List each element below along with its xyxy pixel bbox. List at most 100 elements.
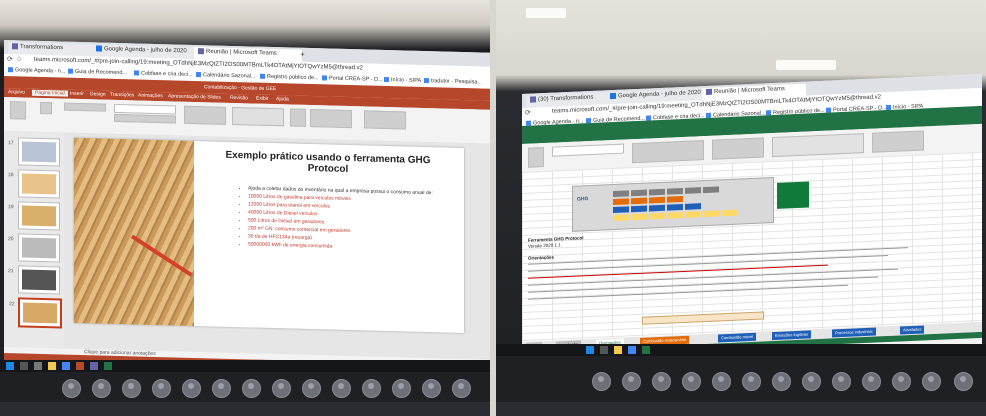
participant-avatar[interactable] xyxy=(682,372,701,391)
bookmark-item[interactable]: Calendário Sazonal... xyxy=(196,72,256,79)
font-family-select[interactable] xyxy=(552,143,624,157)
ribbon-tab[interactable]: Arquivo xyxy=(8,89,25,95)
nav-cell[interactable] xyxy=(631,213,647,221)
styles-group[interactable] xyxy=(772,133,864,158)
participant-avatar[interactable] xyxy=(622,372,641,391)
slide-thumbnail[interactable]: 20 xyxy=(8,233,60,263)
font-format-group[interactable] xyxy=(114,113,176,124)
search-icon[interactable] xyxy=(20,362,28,370)
layout-button[interactable] xyxy=(64,102,106,112)
participant-avatar[interactable] xyxy=(272,379,291,398)
participant-avatar[interactable] xyxy=(212,379,231,398)
ribbon-tab[interactable]: Inserir xyxy=(70,91,84,97)
participant-avatar[interactable] xyxy=(772,372,791,391)
ribbon-tab[interactable]: Design xyxy=(90,91,106,97)
start-icon[interactable] xyxy=(586,346,594,354)
bookmark-item[interactable]: Google Agenda - n... xyxy=(8,67,65,74)
start-icon[interactable] xyxy=(6,362,14,370)
nav-cell[interactable] xyxy=(649,196,665,204)
nav-cell[interactable] xyxy=(685,187,701,194)
slide-thumbnail[interactable]: 18 xyxy=(8,169,60,199)
participant-avatar[interactable] xyxy=(392,379,411,398)
nav-cell[interactable] xyxy=(613,190,629,198)
nav-cell[interactable] xyxy=(703,210,719,218)
input-cell[interactable] xyxy=(642,311,764,325)
bookmark-item[interactable]: Início - SIPA xyxy=(384,77,421,84)
new-slide-button[interactable] xyxy=(40,101,52,115)
excel-icon[interactable] xyxy=(104,362,112,370)
participant-avatar[interactable] xyxy=(302,379,321,398)
nav-cell[interactable] xyxy=(631,205,647,213)
participant-avatar[interactable] xyxy=(954,372,973,391)
participant-avatar[interactable] xyxy=(592,372,611,391)
participant-avatar[interactable] xyxy=(862,372,881,391)
ribbon-tab[interactable]: Apresentação de Slides xyxy=(168,93,221,100)
participant-avatar[interactable] xyxy=(92,379,111,398)
home-icon[interactable]: ⌂ xyxy=(17,55,21,62)
nav-cell[interactable] xyxy=(667,195,683,203)
nav-cell[interactable] xyxy=(685,203,701,210)
chrome-icon[interactable] xyxy=(62,362,70,370)
slide-thumbnail[interactable]: 19 xyxy=(8,201,60,231)
participant-avatar[interactable] xyxy=(242,379,261,398)
font-family-select[interactable] xyxy=(114,103,176,115)
nav-cell[interactable] xyxy=(631,197,647,205)
nav-cell[interactable] xyxy=(685,211,701,218)
quick-styles-button[interactable] xyxy=(310,109,352,129)
participant-avatar[interactable] xyxy=(712,372,731,391)
nav-cell[interactable] xyxy=(613,198,629,206)
participant-avatar[interactable] xyxy=(452,379,471,398)
participant-avatar[interactable] xyxy=(922,372,941,391)
nav-cell[interactable] xyxy=(613,214,629,222)
nav-cell[interactable] xyxy=(649,212,665,220)
nav-cell[interactable] xyxy=(721,209,737,217)
bookmark-item[interactable]: Registro público de... xyxy=(260,74,319,81)
slide-thumbnail[interactable]: 17 xyxy=(8,137,60,167)
participant-avatar[interactable] xyxy=(742,372,761,391)
paragraph-group[interactable] xyxy=(184,105,226,125)
nav-cell[interactable] xyxy=(667,203,683,211)
sheet-tab[interactable]: Atividades xyxy=(900,325,925,335)
nav-cell[interactable] xyxy=(649,204,665,212)
ribbon-tab[interactable]: Transições xyxy=(110,92,134,99)
participant-avatar[interactable] xyxy=(422,379,441,398)
paste-button[interactable] xyxy=(528,147,544,168)
participant-avatar[interactable] xyxy=(892,372,911,391)
bookmark-item[interactable]: Portal CREA-SP - D... xyxy=(322,75,383,83)
teams-icon[interactable] xyxy=(90,362,98,370)
participant-avatar[interactable] xyxy=(362,379,381,398)
shapes-gallery[interactable] xyxy=(232,106,284,127)
number-format-group[interactable] xyxy=(712,137,764,160)
nav-cell[interactable] xyxy=(613,206,629,214)
participant-avatar[interactable] xyxy=(332,379,351,398)
paste-button[interactable] xyxy=(10,101,26,120)
search-icon[interactable] xyxy=(600,346,608,354)
spreadsheet-grid[interactable]: GHG Ferramenta GHG Protocol Versão 2020.… xyxy=(522,151,982,342)
nav-cell[interactable] xyxy=(667,187,683,195)
participant-avatar[interactable] xyxy=(652,372,671,391)
bookmark-item[interactable]: Guia de Recomend... xyxy=(68,69,127,76)
task-view-icon[interactable] xyxy=(34,362,42,370)
reload-icon[interactable]: ⟳ xyxy=(7,55,13,63)
nav-cell[interactable] xyxy=(703,186,719,194)
ribbon-tab[interactable]: Exibir xyxy=(256,96,269,102)
slide-thumbnail-active[interactable]: 22 xyxy=(9,297,62,329)
current-slide[interactable]: Exemplo prático usando o ferramenta GHG … xyxy=(74,137,464,334)
slide-thumbnail[interactable]: 21 xyxy=(8,265,60,295)
excel-icon[interactable] xyxy=(642,346,650,354)
arrange-button[interactable] xyxy=(290,108,306,127)
ribbon-tab-active[interactable]: Página Inicial xyxy=(32,89,68,97)
nav-cell[interactable] xyxy=(649,188,665,196)
explorer-icon[interactable] xyxy=(48,362,56,370)
bookmark-item[interactable]: Cobfase e cria deci... xyxy=(134,70,193,78)
ribbon-tab[interactable]: Ajuda xyxy=(276,96,289,102)
cells-group[interactable] xyxy=(872,130,924,153)
nav-cell[interactable] xyxy=(631,189,647,197)
participant-avatar[interactable] xyxy=(62,379,81,398)
participant-avatar[interactable] xyxy=(182,379,201,398)
new-tab-icon[interactable]: + xyxy=(300,50,305,59)
bookmark-item[interactable]: tradutor - Pesquisa... xyxy=(424,78,482,85)
participant-avatar[interactable] xyxy=(152,379,171,398)
chrome-icon[interactable] xyxy=(628,346,636,354)
ribbon-tab[interactable]: Animações xyxy=(138,93,163,100)
